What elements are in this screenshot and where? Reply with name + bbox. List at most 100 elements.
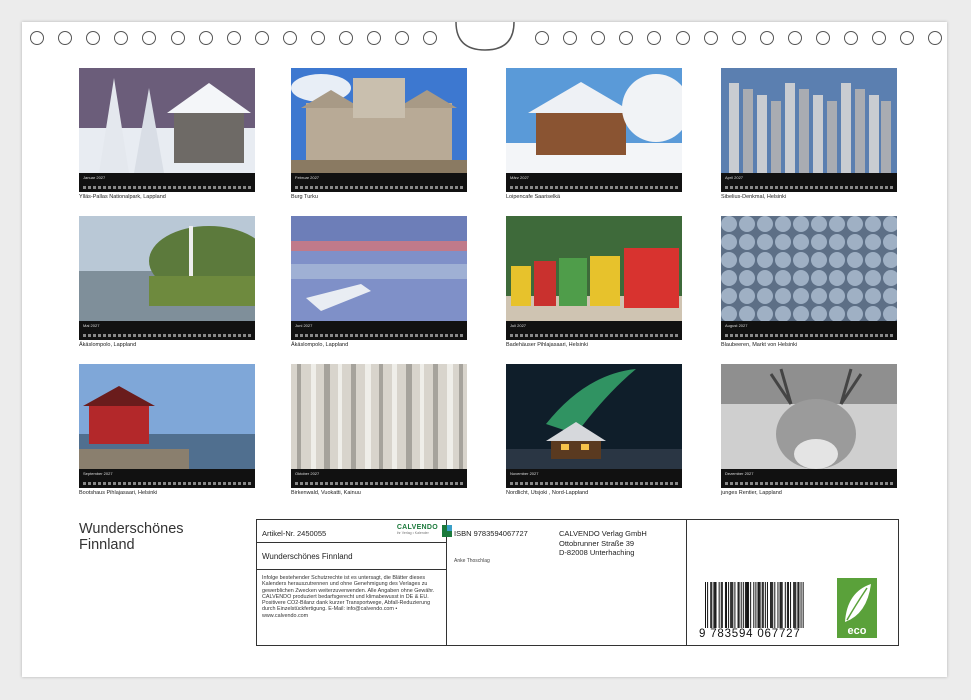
boat-on-lake-photo [291,216,467,321]
binding-hole [142,31,157,45]
eco-leaf-icon: eco [837,578,877,638]
calendar-strip: Juni 2027 [291,321,467,340]
month-label: Dezember 2027 [725,471,754,476]
photo-caption: Äkäslompolo, Lappland [79,342,137,348]
month-label: Juni 2027 [295,323,313,328]
photo-caption: junges Rentier, Lappland [721,490,782,496]
calendar-title: Wunderschönes Finnland [79,521,184,553]
photo-caption: Bootshaus Pihlajasaari, Helsinki [79,490,158,496]
isbn: ISBN 9783594067727 [454,529,528,538]
castle-photo [291,68,467,173]
photo-caption: Blaubeeren, Markt von Helsinki [721,342,798,348]
month-thumbnail: Juni 2027 Äkäslompolo, Lappland [291,216,467,348]
photo-caption: Loipencafe Saariselkä [506,194,561,200]
binding-hole [787,31,802,45]
article-number: Artikel-Nr. 2450055 [262,529,327,538]
photo-caption: Burg Turku [291,194,318,200]
binding-hole [759,31,774,45]
photo-caption: Badehäuser Pihlajasaari, Helsinki [506,342,588,348]
day-numbers [510,482,678,485]
photo-caption: Ylläs-Pallas Nationalpark, Lappland [79,194,166,200]
month-label: September 2027 [83,471,113,476]
binding-hole [900,31,915,45]
day-numbers [83,482,251,485]
calendar-strip: November 2027 [506,469,682,488]
binding-hole [675,31,690,45]
binding-hole [170,31,185,45]
day-numbers [83,334,251,337]
photo-caption: Äkäslompolo, Lappland [291,342,349,348]
binding-hole [198,31,213,45]
hanger-hook [455,21,515,51]
binding-hole [619,31,634,45]
calvendo-logo: CALVENDO ihr Verlag • Kalender [397,524,452,537]
day-numbers [510,334,678,337]
winter-wooden-house-photo [506,68,682,173]
calendar-strip: Mai 2027 [79,321,255,340]
calendar-strip: März 2027 [506,173,682,192]
month-label: November 2027 [510,471,539,476]
svg-text:eco: eco [848,625,867,637]
beach-huts-photo [506,216,682,321]
binding-hole [282,31,297,45]
month-label: Mai 2027 [83,323,100,328]
month-label: Februar 2027 [295,175,320,180]
month-label: Januar 2027 [83,175,106,180]
month-thumbnail: Dezember 2027 junges Rentier, Lappland [721,364,897,496]
day-numbers [510,186,678,189]
month-thumbnail: September 2027 Bootshaus Pihlajasaari, H… [79,364,255,496]
birch-forest-photo [291,364,467,469]
binding-hole [311,31,325,45]
calendar-strip: September 2027 [79,469,255,488]
day-numbers [295,334,463,337]
legal-text: Infolge bestehender Schutzrechte ist es … [262,575,435,619]
month-thumbnail: Mai 2027 Äkäslompolo, Lappland [79,216,255,348]
product-info-box: Artikel-Nr. 2450055 CALVENDO ihr Verlag … [256,519,899,646]
month-thumbnail: August 2027 Blaubeeren, Markt von Helsin… [721,216,897,348]
binding-hole [563,31,578,45]
day-numbers [725,334,893,337]
binding-hole [647,31,662,45]
binding-hole [844,31,859,45]
calendar-strip: Januar 2027 [79,173,255,192]
binding-hole [254,31,269,45]
calendar-strip: August 2027 [721,321,897,340]
month-thumbnail: Februar 2027 Burg Turku [291,68,467,200]
photo-caption: Nordlicht, Utsjoki , Nord-Lappland [506,490,589,496]
calendar-strip: Oktober 2027 [291,469,467,488]
month-thumbnail: Juli 2027 Badehäuser Pihlajasaari, Helsi… [506,216,682,348]
month-label: August 2027 [725,323,748,328]
photo-caption: Birkenwald, Vuokatti, Kainuu [291,490,361,496]
binding-hole [86,31,101,45]
steel-pipes-monument-photo [721,68,897,173]
barcode-number: 9 783594 067727 [699,628,801,640]
day-numbers [83,186,251,189]
binding-hole [731,31,746,45]
day-numbers [725,186,893,189]
month-thumbnail: Januar 2027 Ylläs-Pallas Nationalpark, L… [79,68,255,200]
binding-hole [114,31,129,45]
author-name: Anke Thoschlag [454,558,490,564]
calendar-strip: Februar 2027 [291,173,467,192]
month-thumbnail: November 2027 Nordlicht, Utsjoki , Nord-… [506,364,682,496]
month-label: April 2027 [725,175,744,180]
month-label: März 2027 [510,175,529,180]
binding-hole [58,31,73,45]
spiral-binding [0,0,971,51]
calendar-strip: Juli 2027 [506,321,682,340]
binding-hole [591,31,606,45]
binding-hole [339,31,354,45]
month-thumbnail: März 2027 Loipencafe Saariselkä [506,68,682,200]
northern-lights-photo [506,364,682,469]
month-thumbnail: Oktober 2027 Birkenwald, Vuokatti, Kainu… [291,364,467,496]
month-label: Juli 2027 [510,323,527,328]
day-numbers [295,186,463,189]
calendar-strip: Dezember 2027 [721,469,897,488]
binding-hole [816,31,830,45]
photo-caption: Sibelius-Denkmal, Helsinki [721,194,787,200]
binding-hole [703,31,718,45]
publisher-address: CALVENDO Verlag GmbH Ottobrunner Straße … [559,529,647,557]
binding-hole [395,31,410,45]
binding-hole [226,31,241,45]
short-title: Wunderschönes Finnland [262,552,353,561]
